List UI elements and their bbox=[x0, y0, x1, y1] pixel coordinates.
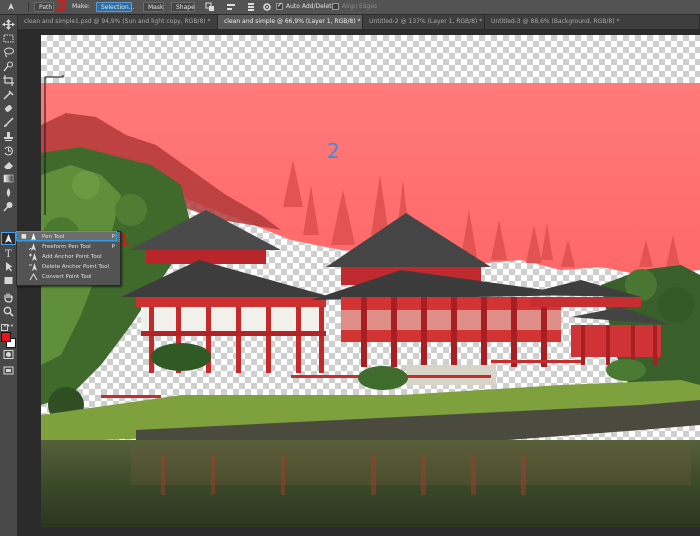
tab-label: Untitled-2 @ 137% (Layer 1, RGB/8) * bbox=[369, 18, 483, 25]
convert-point-icon bbox=[29, 273, 38, 281]
path-alignment-icon[interactable] bbox=[226, 2, 236, 12]
screen-mode-icon[interactable] bbox=[2, 365, 15, 376]
menu-item-label: Convert Point Tool bbox=[42, 274, 92, 280]
align-edges-label: Align Edges bbox=[342, 3, 378, 10]
align-edges-checkbox[interactable] bbox=[332, 3, 339, 10]
add-anchor-icon bbox=[29, 253, 37, 261]
tab-untitled-2[interactable]: Untitled-2 @ 137% (Layer 1, RGB/8) * bbox=[363, 15, 485, 29]
path-mode-dropdown[interactable]: Path bbox=[34, 2, 54, 12]
tab-untitled-3[interactable]: Untitled-3 @ 88,6% (Background, RGB/8) * bbox=[485, 15, 700, 29]
auto-add-delete-checkbox[interactable] bbox=[276, 1, 283, 10]
make-selection-button[interactable]: Selection... bbox=[96, 2, 135, 12]
flyout-selection-highlight bbox=[16, 231, 117, 241]
path-operations-icon[interactable] bbox=[205, 2, 215, 12]
delete-anchor-icon bbox=[29, 263, 37, 271]
make-mask-label: Mask bbox=[148, 4, 164, 11]
quick-selection-tool-icon[interactable] bbox=[2, 61, 15, 72]
hand-tool-icon[interactable] bbox=[2, 292, 15, 303]
blur-tool-icon[interactable] bbox=[2, 187, 15, 198]
move-tool-icon[interactable] bbox=[2, 19, 15, 30]
quick-mask-icon[interactable] bbox=[2, 349, 15, 360]
pen-tool-icon[interactable] bbox=[1, 232, 16, 245]
rectangle-tool-icon[interactable] bbox=[2, 275, 15, 286]
tab-clean-and-simple[interactable]: clean and simple @ 66,9% (Layer 1, RGB/8… bbox=[218, 15, 363, 29]
make-shape-button[interactable]: Shape bbox=[171, 2, 195, 12]
healing-brush-tool-icon[interactable] bbox=[2, 103, 15, 114]
document-tabs: clean and simple1.psd @ 94,9% (Sun and l… bbox=[18, 15, 700, 29]
clone-stamp-tool-icon[interactable] bbox=[2, 131, 15, 142]
auto-add-delete-label: Auto Add/Delete bbox=[286, 3, 336, 10]
tab-label: clean and simple1.psd @ 94,9% (Sun and l… bbox=[24, 18, 211, 25]
menu-item-label: Freeform Pen Tool bbox=[42, 244, 91, 250]
photo-temple-scene bbox=[41, 83, 700, 527]
gradient-tool-icon[interactable] bbox=[2, 173, 15, 184]
pen-path-line bbox=[44, 75, 64, 215]
options-bar: Path Make: Selection... Mask Shape Auto … bbox=[0, 0, 700, 16]
path-arrangement-icon[interactable] bbox=[246, 2, 256, 12]
eyedropper-tool-icon[interactable] bbox=[2, 89, 15, 100]
marquee-tool-icon[interactable] bbox=[2, 33, 15, 44]
make-selection-label: Selection... bbox=[101, 4, 135, 11]
menu-item-add-anchor-point-tool[interactable]: Add Anchor Point Tool bbox=[17, 252, 120, 262]
path-mode-label: Path bbox=[39, 4, 53, 11]
annotation-3: 3 bbox=[55, 0, 67, 16]
gear-icon[interactable] bbox=[262, 2, 272, 12]
menu-item-label: Add Anchor Point Tool bbox=[42, 254, 102, 260]
lasso-tool-icon[interactable] bbox=[2, 47, 15, 58]
freeform-pen-icon bbox=[29, 243, 36, 251]
pen-tool-preset-icon[interactable] bbox=[6, 2, 16, 12]
history-brush-tool-icon[interactable] bbox=[2, 145, 15, 156]
svg-text:T: T bbox=[5, 249, 12, 258]
menu-item-shortcut: P bbox=[111, 244, 115, 250]
make-label: Make: bbox=[72, 3, 90, 10]
menu-item-delete-anchor-point-tool[interactable]: Delete Anchor Point Tool bbox=[17, 262, 120, 272]
menu-item-convert-point-tool[interactable]: Convert Point Tool bbox=[17, 272, 120, 282]
eraser-tool-icon[interactable] bbox=[2, 159, 15, 170]
foreground-color-swatch[interactable] bbox=[1, 332, 11, 342]
make-mask-button[interactable]: Mask bbox=[143, 2, 164, 12]
menu-item-freeform-pen-tool[interactable]: Freeform Pen Tool P bbox=[17, 242, 120, 252]
tab-clean-and-simple1[interactable]: clean and simple1.psd @ 94,9% (Sun and l… bbox=[18, 15, 218, 29]
zoom-tool-icon[interactable] bbox=[2, 306, 15, 317]
menu-item-label: Delete Anchor Point Tool bbox=[42, 264, 110, 270]
tab-label: clean and simple @ 66,9% (Layer 1, RGB/8… bbox=[224, 18, 361, 25]
make-shape-label: Shape bbox=[176, 4, 195, 11]
brush-tool-icon[interactable] bbox=[2, 117, 15, 128]
type-tool-icon[interactable]: T bbox=[2, 247, 15, 258]
crop-tool-icon[interactable] bbox=[2, 75, 15, 86]
path-selection-tool-icon[interactable] bbox=[2, 261, 15, 272]
annotation-2: 2 bbox=[327, 139, 340, 163]
tab-label: Untitled-3 @ 88,6% (Background, RGB/8) * bbox=[491, 18, 620, 25]
document-canvas[interactable]: 2 bbox=[41, 35, 700, 527]
default-colors-icon[interactable] bbox=[1, 324, 8, 331]
dodge-tool-icon[interactable] bbox=[2, 201, 15, 212]
